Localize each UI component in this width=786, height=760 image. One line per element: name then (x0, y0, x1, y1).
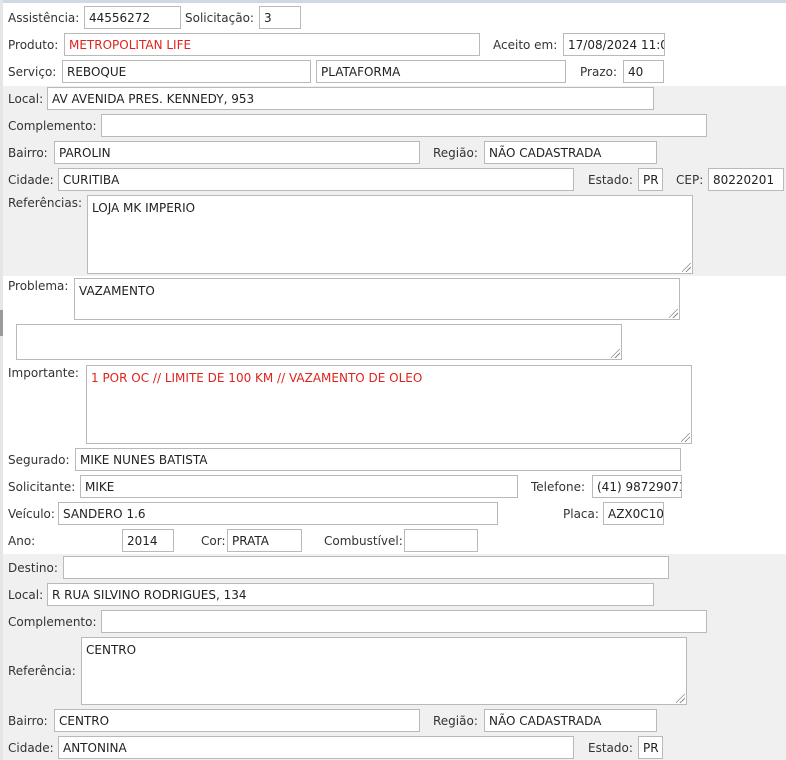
destino-bairro-field[interactable]: CENTRO (54, 709, 420, 732)
veiculo-label: Veículo: (8, 507, 55, 521)
aceito-em-field[interactable]: 17/08/2024 11:02 (563, 33, 665, 56)
servico-label: Serviço: (8, 65, 57, 79)
estado-label: Estado: (588, 173, 633, 187)
produto-field[interactable]: METROPOLITAN LIFE (64, 33, 480, 56)
destino-complemento-label: Complemento: (8, 615, 97, 629)
aceito-em-label: Aceito em: (493, 38, 558, 52)
left-edge (0, 0, 3, 760)
destino-referencia-label: Referência: (8, 664, 76, 678)
complemento-field[interactable] (101, 114, 707, 137)
destino-referencia-textarea[interactable]: CENTRO (81, 637, 687, 705)
servico-field[interactable]: REBOQUE (62, 60, 311, 83)
produto-label: Produto: (8, 38, 59, 52)
cep-field[interactable]: 80220201 (708, 168, 784, 191)
destino-field[interactable] (63, 556, 669, 579)
estado-field[interactable]: PR (638, 168, 663, 191)
combustivel-field[interactable] (404, 529, 478, 552)
segurado-label: Segurado: (8, 453, 70, 467)
destino-regiao-label: Região: (433, 714, 478, 728)
destino-referencia-text: CENTRO (86, 643, 137, 657)
destino-bairro-label: Bairro: (8, 714, 48, 728)
segurado-field[interactable]: MIKE NUNES BATISTA (75, 448, 681, 471)
destino-estado-field[interactable]: PR (638, 736, 663, 759)
prazo-field[interactable]: 40 (623, 60, 664, 83)
cor-label: Cor: (201, 534, 226, 548)
top-border (0, 0, 786, 3)
combustivel-label: Combustível: (324, 534, 403, 548)
complemento-label: Complemento: (8, 119, 97, 133)
regiao-label: Região: (433, 146, 478, 160)
resize-grip-icon[interactable] (669, 309, 678, 318)
cor-field[interactable]: PRATA (227, 529, 302, 552)
resize-grip-icon[interactable] (611, 349, 620, 358)
solicitante-label: Solicitante: (8, 480, 76, 494)
veiculo-field[interactable]: SANDERO 1.6 (58, 502, 498, 525)
bairro-label: Bairro: (8, 146, 48, 160)
local-label: Local: (8, 92, 44, 106)
destino-estado-label: Estado: (588, 741, 633, 755)
problema-detail-textarea[interactable] (16, 324, 622, 360)
cep-label: CEP: (676, 173, 704, 187)
importante-textarea[interactable]: 1 POR OC // LIMITE DE 100 KM // VAZAMENT… (86, 365, 692, 444)
regiao-field[interactable]: NÃO CADASTRADA (484, 141, 657, 164)
solicitante-field[interactable]: MIKE (80, 475, 518, 498)
splitter-handle[interactable] (0, 310, 3, 336)
servico-subtype-field[interactable]: PLATAFORMA (316, 60, 566, 83)
resize-grip-icon[interactable] (681, 433, 690, 442)
cidade-label: Cidade: (8, 173, 54, 187)
destino-label: Destino: (8, 561, 58, 575)
ano-field[interactable]: 2014 (122, 529, 174, 552)
resize-grip-icon[interactable] (676, 694, 685, 703)
destino-local-field[interactable]: R RUA SILVINO RODRIGUES, 134 (47, 583, 654, 606)
problema-text: VAZAMENTO (79, 284, 155, 298)
ano-label: Ano: (8, 534, 36, 548)
telefone-label: Telefone: (531, 480, 585, 494)
importante-text: 1 POR OC // LIMITE DE 100 KM // VAZAMENT… (91, 371, 423, 385)
destino-local-label: Local: (8, 588, 44, 602)
placa-field[interactable]: AZX0C10 (603, 502, 664, 525)
solicitacao-label: Solicitação: (185, 11, 254, 25)
assistencia-label: Assistência: (8, 11, 80, 25)
local-field[interactable]: AV AVENIDA PRES. KENNEDY, 953 (47, 87, 654, 110)
cidade-field[interactable]: CURITIBA (58, 168, 574, 191)
destino-cidade-field[interactable]: ANTONINA (58, 736, 574, 759)
assistencia-field[interactable]: 44556272 (84, 6, 181, 29)
destino-cidade-label: Cidade: (8, 741, 54, 755)
referencias-textarea[interactable]: LOJA MK IMPERIO (87, 195, 693, 274)
telefone-field[interactable]: (41) 987290731 (592, 475, 682, 498)
problema-label: Problema: (8, 279, 69, 293)
importante-label: Importante: (8, 366, 79, 380)
referencias-text: LOJA MK IMPERIO (92, 201, 196, 215)
solicitacao-field[interactable]: 3 (259, 6, 301, 29)
prazo-label: Prazo: (580, 65, 617, 79)
resize-grip-icon[interactable] (682, 263, 691, 272)
destino-regiao-field[interactable]: NÃO CADASTRADA (484, 709, 657, 732)
destino-complemento-field[interactable] (101, 610, 707, 633)
bairro-field[interactable]: PAROLIN (54, 141, 420, 164)
placa-label: Placa: (563, 507, 599, 521)
problema-textarea[interactable]: VAZAMENTO (74, 278, 680, 320)
referencias-label: Referências: (8, 196, 83, 210)
